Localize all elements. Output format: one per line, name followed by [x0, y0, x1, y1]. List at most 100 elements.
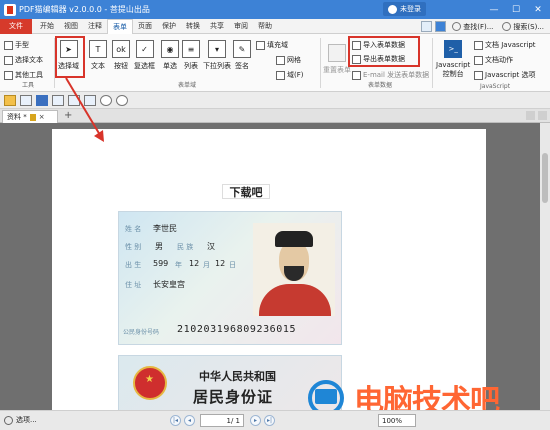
fill-field-button[interactable]: 填充域	[256, 40, 288, 50]
javascript-options-button[interactable]: Javascript 选项	[474, 70, 536, 80]
vertical-scrollbar[interactable]	[540, 123, 550, 410]
radio-field-label: 单选	[163, 62, 177, 70]
dropdown-field-tool[interactable]: ▾ 下拉列表	[203, 40, 231, 71]
field-icon	[276, 70, 285, 80]
document-script-icon	[474, 40, 483, 50]
signature-field-tool[interactable]: ✎ 签名	[233, 40, 251, 71]
email-form-data-button[interactable]: E-mail 发送表单数据	[352, 70, 429, 80]
new-tab-button[interactable]: +	[64, 110, 72, 121]
login-label: 未登录	[400, 5, 421, 13]
highlight-form-data	[348, 36, 420, 67]
tab-form[interactable]: 表单	[107, 18, 133, 34]
birth-month: 12	[189, 259, 200, 268]
hand-tool[interactable]: 手型	[4, 40, 29, 50]
search-button[interactable]: 搜索(S)...	[499, 22, 547, 32]
scrollbar-thumb[interactable]	[542, 153, 548, 203]
birth-year-label: 年	[175, 261, 182, 269]
page-heading[interactable]: 下载吧	[222, 184, 270, 199]
document-tab-bar: 资料 * × +	[0, 109, 550, 123]
document-action-label: 文档动作	[485, 56, 513, 64]
hand-icon	[4, 40, 13, 50]
list-field-label: 列表	[184, 62, 198, 70]
grid-button[interactable]: 网格	[276, 55, 301, 65]
tab-protect[interactable]: 保护	[157, 19, 181, 34]
dropdown-icon: ▾	[208, 40, 226, 58]
select-text-label: 选择文本	[15, 56, 43, 64]
first-page-icon[interactable]: |◂	[170, 415, 181, 426]
login-button[interactable]: 未登录	[383, 2, 426, 16]
find-button[interactable]: 查找(F)...	[449, 22, 496, 32]
menu-bar: 文件 开始 视图 注释 表单 页面 保护 转换 共享 审阅 帮助 查找(F)..…	[0, 18, 550, 34]
tab-view[interactable]: 视图	[59, 19, 83, 34]
text-cursor-icon	[4, 55, 13, 65]
document-tab-label: 资料 *	[7, 113, 27, 121]
forward-icon[interactable]	[116, 94, 128, 106]
redo-icon[interactable]	[84, 94, 96, 106]
scroll-tabs-left-icon[interactable]	[526, 111, 535, 120]
country-name: 中华人民共和国	[199, 370, 276, 383]
checkbox-field-tool[interactable]: ✓ 复选框	[134, 40, 155, 71]
document-javascript-button[interactable]: 文档 Javascript	[474, 40, 536, 50]
title-bar: PDF猫编辑器 v2.0.0.0 - 菩提山出品 未登录 — ☐ ✕	[0, 0, 550, 19]
select-text-tool[interactable]: 选择文本	[4, 55, 43, 65]
ethnicity-value: 汉	[207, 242, 215, 251]
close-tab-icon[interactable]: ×	[39, 113, 45, 121]
tab-review[interactable]: 审阅	[229, 19, 253, 34]
tab-help[interactable]: 帮助	[253, 19, 277, 34]
radio-field-tool[interactable]: ◉ 单选	[161, 40, 179, 71]
list-field-tool[interactable]: ≡ 列表	[182, 40, 200, 71]
field-menu-button[interactable]: 域(F)	[276, 70, 304, 80]
gear-icon	[4, 415, 13, 425]
skin-icon[interactable]	[435, 21, 447, 32]
text-field-icon: T	[89, 40, 107, 58]
reset-form-button[interactable]: 重置表单	[323, 44, 351, 75]
document-action-button[interactable]: 文档动作	[474, 55, 513, 65]
open-folder-icon[interactable]	[4, 94, 16, 106]
birth-month-label: 月	[203, 261, 210, 269]
document-tab[interactable]: 资料 * ×	[2, 110, 58, 123]
javascript-console-button[interactable]: >_ Javascript 控制台	[436, 40, 470, 79]
checkbox-icon: ✓	[135, 40, 154, 58]
address-value: 长安皇宫	[153, 280, 185, 289]
portrait-photo	[253, 223, 335, 316]
print-icon[interactable]	[52, 94, 64, 106]
document-viewport[interactable]: 下载吧 姓 名 李世民 性 别 男 民 族 汉 出 生 599 年 12 月 1…	[0, 123, 540, 410]
minimize-button[interactable]: —	[484, 0, 504, 19]
tab-convert[interactable]: 转换	[181, 19, 205, 34]
tab-page[interactable]: 页面	[133, 19, 157, 34]
portrait-hat	[275, 231, 313, 247]
tab-share[interactable]: 共享	[205, 19, 229, 34]
tab-start[interactable]: 开始	[35, 19, 59, 34]
layout-icon[interactable]	[421, 21, 433, 32]
close-window-button[interactable]: ✕	[528, 0, 548, 19]
tab-annotate[interactable]: 注释	[83, 19, 107, 34]
button-field-tool[interactable]: ok 按钮	[112, 40, 130, 71]
birth-day-label: 日	[229, 261, 236, 269]
quick-access-toolbar	[0, 92, 550, 109]
dropdown-field-label: 下拉列表	[203, 62, 231, 70]
form-fields-group-label: 表单域	[178, 82, 197, 89]
document-javascript-label: 文档 Javascript	[485, 41, 536, 49]
page-number-input[interactable]: 1 / 1	[200, 414, 244, 427]
next-page-icon[interactable]: ▸	[250, 415, 261, 426]
file-menu[interactable]: 文件	[0, 18, 32, 34]
list-icon: ≡	[182, 40, 200, 58]
zoom-level-select[interactable]: 100%	[378, 414, 416, 427]
undo-icon[interactable]	[68, 94, 80, 106]
id-number-label: 公民身份号码	[123, 329, 160, 336]
options-button[interactable]: 选项...	[4, 415, 37, 425]
birth-year: 599	[153, 259, 169, 268]
user-icon	[388, 4, 397, 14]
previous-page-icon[interactable]: ◂	[184, 415, 195, 426]
back-icon[interactable]	[100, 94, 112, 106]
text-field-tool[interactable]: T 文本	[89, 40, 107, 71]
other-tools-dropdown[interactable]: 其他工具	[4, 70, 43, 80]
menubar-right-tools: 查找(F)... 搜索(S)...	[421, 19, 550, 34]
maximize-button[interactable]: ☐	[506, 0, 526, 19]
scroll-tabs-right-icon[interactable]	[538, 111, 547, 120]
new-file-icon[interactable]	[20, 94, 32, 106]
last-page-icon[interactable]: ▸|	[264, 415, 275, 426]
save-icon[interactable]	[36, 94, 48, 106]
button-icon: ok	[112, 40, 130, 58]
tools-group-label: 工具	[22, 82, 35, 89]
